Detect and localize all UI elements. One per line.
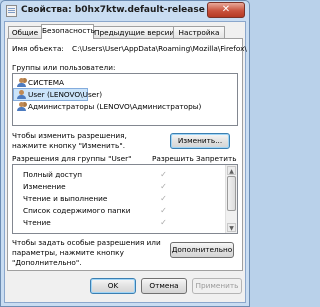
scroll-up-icon[interactable]: ▲: [227, 166, 236, 175]
allow-check-icon: ✓: [160, 218, 167, 227]
close-button[interactable]: ✕: [207, 2, 245, 18]
object-name-label: Имя объекта:: [12, 44, 64, 53]
tab-previous-versions[interactable]: Предыдущие версии: [93, 26, 174, 38]
permissions-list[interactable]: Полный доступ ✓ Изменение ✓ Чтение и вып…: [12, 164, 238, 234]
permissions-scrollbar[interactable]: ▲ ▼: [225, 165, 237, 233]
properties-icon: [6, 5, 17, 17]
table-row: Полный доступ ✓: [23, 170, 167, 179]
deny-header: Запретить: [196, 154, 237, 163]
object-path: C:\Users\User\AppData\Roaming\Mozilla\Fi…: [72, 44, 247, 53]
table-row: Изменение ✓: [23, 182, 167, 191]
advanced-button[interactable]: Дополнительно: [170, 242, 234, 258]
window-title: Свойства: b0hx7ktw.default-release: [21, 5, 205, 15]
dialog-body: Общие Безопасность Предыдущие версии Нас…: [4, 21, 247, 303]
cancel-button[interactable]: Отмена: [141, 278, 187, 294]
list-item[interactable]: СИСТЕМА: [14, 77, 236, 88]
table-row: Чтение ✓: [23, 218, 167, 227]
scroll-thumb[interactable]: [227, 176, 236, 211]
ok-button[interactable]: OK: [90, 278, 136, 294]
tab-customize[interactable]: Настройка: [173, 26, 225, 38]
group-icon: [17, 78, 26, 87]
apply-button[interactable]: Применить: [192, 278, 242, 294]
allow-check-icon: ✓: [160, 170, 167, 179]
list-item[interactable]: Администраторы (LENOVO\Администраторы): [14, 101, 236, 112]
groups-list[interactable]: СИСТЕМА User (LENOVO\User) Администратор…: [12, 73, 238, 126]
allow-header: Разрешить: [152, 154, 194, 163]
table-row: Чтение и выполнение ✓: [23, 194, 167, 203]
allow-check-icon: ✓: [160, 206, 167, 215]
scroll-down-icon[interactable]: ▼: [227, 223, 236, 232]
tab-general[interactable]: Общие: [8, 26, 42, 38]
advanced-hint: Чтобы задать особые разрешения или парам…: [12, 238, 161, 267]
change-hint: Чтобы изменить разрешения, нажмите кнопк…: [12, 131, 127, 150]
tab-security[interactable]: Безопасность: [41, 24, 95, 39]
group-icon: [17, 102, 26, 111]
change-button[interactable]: Изменить...: [170, 133, 230, 149]
table-row: Список содержимого папки ✓: [23, 206, 167, 215]
list-item[interactable]: User (LENOVO\User): [13, 88, 102, 101]
groups-label: Группы или пользователи:: [12, 63, 116, 72]
security-panel: Имя объекта: C:\Users\User\AppData\Roami…: [7, 38, 247, 271]
user-icon: [17, 90, 26, 99]
permissions-label: Разрешения для группы "User": [12, 154, 132, 163]
allow-check-icon: ✓: [160, 182, 167, 191]
title-bar[interactable]: Свойства: b0hx7ktw.default-release ✕: [1, 1, 249, 21]
allow-check-icon: ✓: [160, 194, 167, 203]
properties-window: Свойства: b0hx7ktw.default-release ✕ Общ…: [0, 0, 250, 307]
